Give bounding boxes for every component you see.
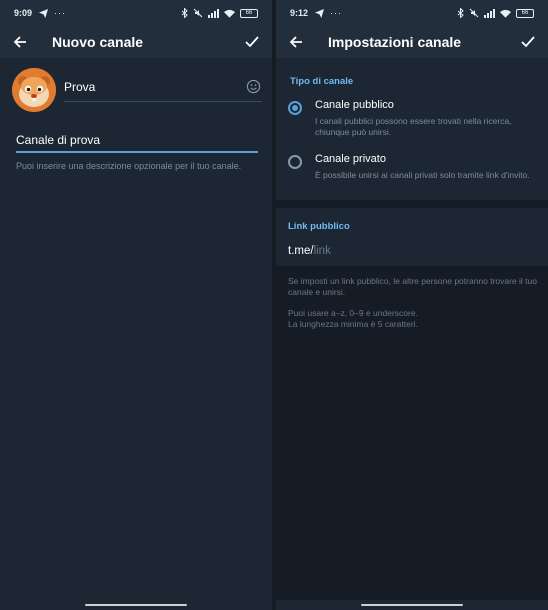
signal-icon bbox=[208, 8, 219, 18]
description-hint: Puoi inserire una descrizione opzionale … bbox=[16, 161, 242, 171]
status-time: 9:12 bbox=[290, 8, 309, 18]
smile-icon bbox=[246, 79, 261, 94]
channel-type-section-title: Tipo di canale bbox=[290, 76, 354, 87]
paper-plane-icon bbox=[39, 8, 49, 18]
mute-icon bbox=[469, 8, 479, 18]
bluetooth-icon bbox=[181, 8, 188, 18]
more-notifications-icon: ··· bbox=[330, 8, 343, 18]
app-bar: Impostazioni canale bbox=[276, 26, 548, 58]
private-channel-radio[interactable] bbox=[288, 155, 302, 169]
battery-indicator: 66 bbox=[240, 8, 258, 18]
status-bar: 9:12 ··· 66 bbox=[276, 0, 548, 26]
bluetooth-icon bbox=[457, 8, 464, 18]
app-bar: Nuovo canale bbox=[0, 26, 272, 58]
status-bar: 9:09 ··· 66 bbox=[0, 0, 272, 26]
private-channel-option[interactable]: Canale privato È possibile unirsi ai can… bbox=[288, 153, 538, 193]
public-link-input[interactable] bbox=[313, 245, 464, 257]
back-button[interactable] bbox=[10, 32, 30, 52]
hints-area: Se imposti un link pubblico, le altre pe… bbox=[276, 266, 548, 600]
public-link-section-title: Link pubblico bbox=[288, 221, 350, 232]
hamster-avatar-image bbox=[12, 68, 56, 112]
confirm-button[interactable] bbox=[518, 32, 538, 52]
public-channel-description: I canali pubblici possono essere trovati… bbox=[315, 116, 512, 137]
channel-avatar[interactable] bbox=[12, 68, 56, 112]
channel-name-field bbox=[64, 78, 262, 102]
public-channel-label: Canale pubblico bbox=[315, 99, 394, 111]
mute-icon bbox=[193, 8, 203, 18]
public-channel-radio[interactable] bbox=[288, 101, 302, 115]
back-button[interactable] bbox=[286, 32, 306, 52]
status-time: 9:09 bbox=[14, 8, 33, 18]
battery-indicator: 66 bbox=[516, 8, 534, 18]
check-icon bbox=[521, 36, 535, 48]
navigation-bar bbox=[0, 600, 272, 610]
page-title: Nuovo canale bbox=[52, 34, 144, 50]
channel-description-field bbox=[16, 131, 258, 153]
new-channel-screen: 9:09 ··· 66 Nuovo canale Prova Canale di… bbox=[0, 0, 272, 610]
channel-description-input[interactable] bbox=[16, 131, 258, 147]
arrow-left-icon bbox=[13, 36, 26, 48]
page-title: Impostazioni canale bbox=[328, 34, 462, 50]
link-rules-hint-line2: La lunghezza minima è 5 caratteri. bbox=[288, 319, 418, 329]
private-channel-description: È possibile unirsi ai canali privati sol… bbox=[315, 170, 530, 180]
channel-name-input[interactable] bbox=[64, 78, 234, 94]
public-link-hint: Se imposti un link pubblico, le altre pe… bbox=[288, 276, 538, 297]
channel-settings-screen: 9:12 ··· 66 Impostazioni canale Tipo di … bbox=[276, 0, 548, 610]
gesture-handle[interactable] bbox=[361, 604, 463, 606]
emoji-button[interactable] bbox=[246, 79, 262, 95]
confirm-button[interactable] bbox=[242, 32, 262, 52]
more-notifications-icon: ··· bbox=[54, 8, 67, 18]
arrow-left-icon bbox=[289, 36, 302, 48]
check-icon bbox=[245, 36, 259, 48]
public-link-row: t.me/ bbox=[288, 245, 464, 257]
public-channel-option[interactable]: Canale pubblico I canali pubblici posson… bbox=[288, 99, 538, 139]
wifi-icon bbox=[224, 9, 235, 18]
gesture-handle[interactable] bbox=[85, 604, 187, 606]
private-channel-label: Canale privato bbox=[315, 153, 386, 165]
signal-icon bbox=[484, 8, 495, 18]
wifi-icon bbox=[500, 9, 511, 18]
section-divider bbox=[276, 200, 548, 208]
link-rules-hint-line1: Puoi usare a–z, 0–9 e underscore. bbox=[288, 308, 418, 318]
navigation-bar bbox=[276, 600, 548, 610]
paper-plane-icon bbox=[315, 8, 325, 18]
link-prefix: t.me/ bbox=[288, 245, 314, 257]
